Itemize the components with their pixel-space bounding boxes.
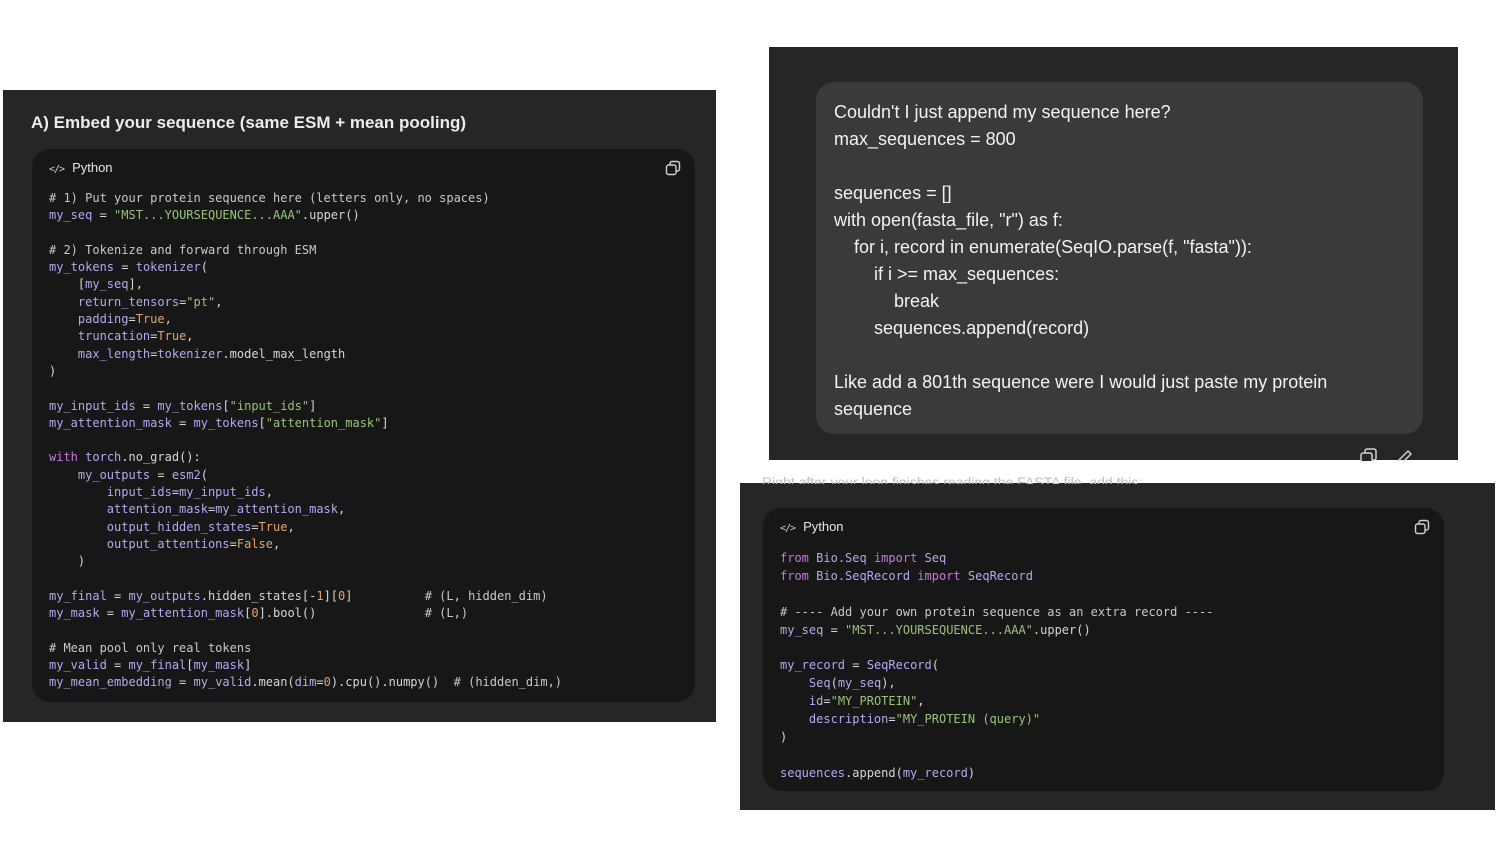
user-message-bubble: Couldn't I just append my sequence here?…	[816, 82, 1423, 434]
message-line	[834, 342, 1405, 369]
message-line: break	[834, 291, 940, 311]
message-line: Like add a 801th sequence were I would j…	[834, 372, 1328, 419]
copy-icon[interactable]	[1359, 447, 1379, 461]
code-content: from Bio.Seq import Seq from Bio.SeqReco…	[780, 551, 1214, 780]
code-language-label: Python	[803, 519, 844, 534]
copy-icon[interactable]	[1414, 519, 1430, 535]
message-line: with open(fasta_file, "r") as f:	[834, 210, 1063, 230]
code-block: </> Python # 1) Put your protein sequence…	[32, 149, 695, 702]
panel-embed-sequence: A) Embed your sequence (same ESM + mean …	[3, 90, 716, 722]
edit-pencil-icon[interactable]	[1395, 447, 1415, 461]
panel-append-record: Right after your loop finishes reading t…	[740, 474, 1495, 810]
message-actions	[1359, 447, 1419, 461]
message-line: for i, record in enumerate(SeqIO.parse(f…	[834, 237, 1252, 257]
copy-icon[interactable]	[665, 160, 681, 176]
message-line	[834, 153, 1405, 180]
panel-user-message: Couldn't I just append my sequence here?…	[769, 47, 1458, 461]
code-language-label: Python	[72, 160, 113, 175]
cut-off-instruction: Right after your loop finishes reading t…	[762, 474, 1143, 484]
code-block-header: </> Python	[780, 519, 844, 534]
message-line: max_sequences = 800	[834, 129, 1016, 149]
code-content: # 1) Put your protein sequence here (let…	[49, 191, 563, 690]
message-line: Couldn't I just append my sequence here?	[834, 102, 1171, 122]
code-brackets-icon: </>	[49, 164, 65, 175]
code-brackets-icon: </>	[780, 523, 796, 534]
code-block: </> Python from Bio.Seq import Seq from B…	[763, 508, 1444, 791]
message-line: sequences.append(record)	[834, 318, 1090, 338]
section-heading: A) Embed your sequence (same ESM + mean …	[31, 113, 467, 132]
message-line: if i >= max_sequences:	[834, 264, 1060, 284]
message-line: sequences = []	[834, 183, 952, 203]
code-block-header: </> Python	[49, 160, 113, 175]
